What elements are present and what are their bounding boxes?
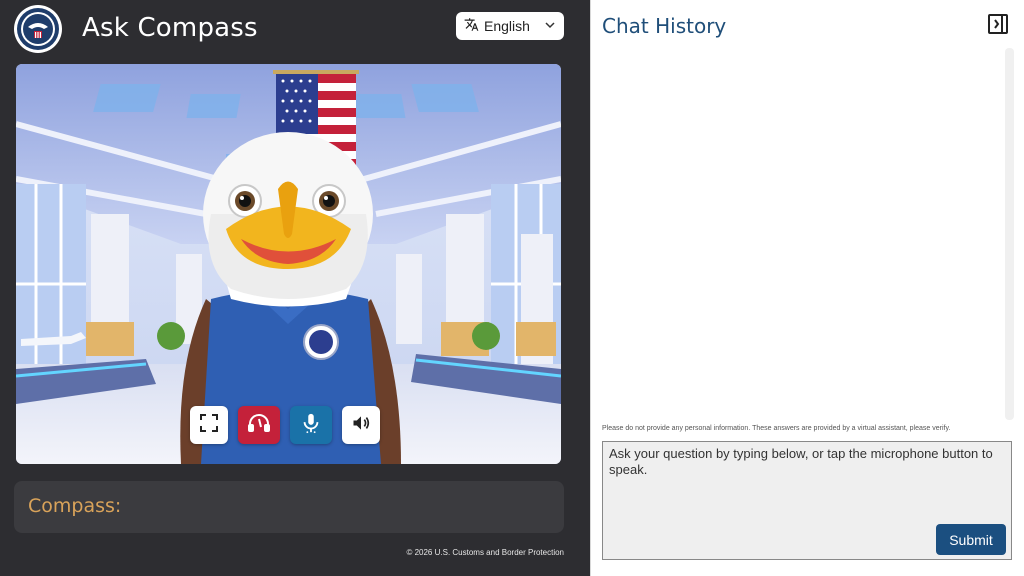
headset-off-icon bbox=[247, 411, 271, 440]
translate-icon bbox=[464, 17, 479, 35]
airport-terminal-scene bbox=[16, 64, 561, 464]
avatar-controls bbox=[190, 406, 380, 444]
panel-collapse-icon bbox=[987, 14, 1009, 39]
fullscreen-button[interactable] bbox=[190, 406, 228, 444]
avatar-video bbox=[16, 64, 561, 464]
speaker-icon bbox=[351, 413, 371, 438]
privacy-disclaimer: Please do not provide any personal infor… bbox=[602, 425, 951, 432]
end-call-button[interactable] bbox=[238, 406, 280, 444]
volume-button[interactable] bbox=[342, 406, 380, 444]
submit-button[interactable]: Submit bbox=[936, 524, 1006, 555]
transcript-label: Compass: bbox=[28, 495, 122, 517]
question-placeholder: Ask your question by typing below, or ta… bbox=[609, 446, 993, 477]
chat-history-title: Chat History bbox=[602, 14, 727, 38]
app-title: Ask Compass bbox=[82, 13, 258, 43]
avatar-panel: Ask Compass English Compass: © 2026 U.S.… bbox=[0, 0, 590, 576]
chevron-down-icon bbox=[544, 18, 556, 34]
microphone-icon bbox=[300, 412, 322, 439]
chat-scrollbar[interactable] bbox=[1005, 48, 1014, 420]
chat-panel: Chat History Please do not provide any p… bbox=[590, 0, 1024, 576]
cbp-seal-logo bbox=[14, 5, 62, 53]
language-select[interactable]: English bbox=[456, 12, 564, 40]
microphone-button[interactable] bbox=[290, 406, 332, 444]
copyright-text: © 2026 U.S. Customs and Border Protectio… bbox=[406, 548, 564, 557]
language-label: English bbox=[484, 18, 530, 34]
collapse-panel-button[interactable] bbox=[987, 13, 1009, 35]
fullscreen-icon bbox=[200, 413, 218, 437]
transcript-box: Compass: bbox=[14, 481, 564, 533]
